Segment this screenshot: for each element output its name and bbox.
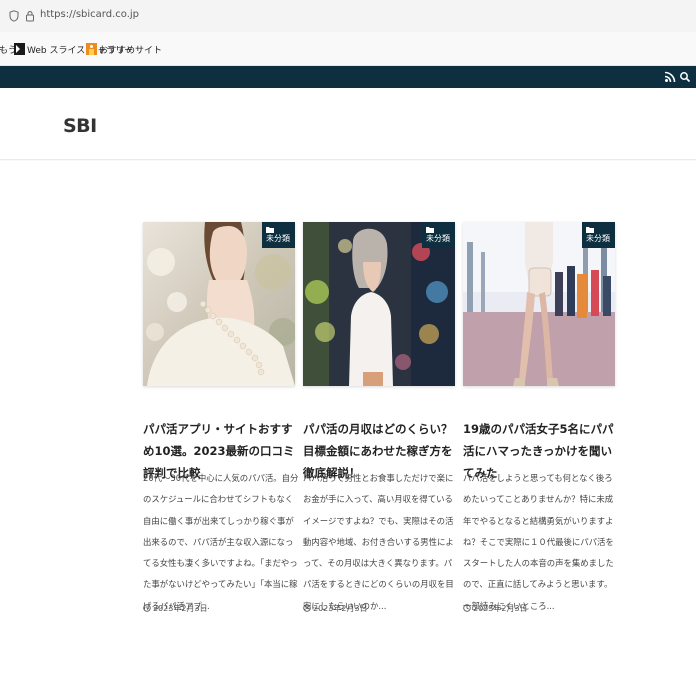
post-date: 2023年2月3日 — [303, 603, 368, 614]
category-label: 未分類 — [426, 234, 450, 243]
bookmark-label: おすすめサイト — [99, 46, 163, 56]
category-badge[interactable]: 未分類 — [262, 222, 295, 248]
lock-icon[interactable] — [25, 10, 35, 22]
post-date-text: 2023年2月3日 — [153, 604, 208, 613]
clock-icon — [143, 604, 151, 612]
site-header: SBI — [0, 88, 696, 160]
post-card[interactable]: 未分類 パパ活の月収はどのくらい？目標金額にあわせた稼ぎ方を徹底解説！ パパ活っ… — [303, 222, 455, 632]
folder-icon — [586, 227, 594, 233]
bookmarks-bar: もう Web スライス ギャラリー おすすめサイト — [0, 32, 696, 66]
post-excerpt: パパ活って男性とお食事しただけで楽にお金が手に入って、高い月収を得ているイメージ… — [303, 473, 454, 611]
post-date-text: 2023年2月3日 — [313, 604, 368, 613]
post-thumbnail[interactable]: 未分類 — [463, 222, 615, 386]
post-excerpt: 20代～30代を中心に人気のパパ活。自分のスケジュールに合わせてシフトもなく自由… — [143, 473, 299, 611]
url-text[interactable]: https://sbicard.co.jp — [40, 9, 139, 20]
post-card[interactable]: 未分類 19歳のパパ活女子5名にパパ活にハマったきっかけを聞いてみた パパ活をし… — [463, 222, 615, 632]
folder-icon — [266, 227, 274, 233]
suggested-sites-icon — [86, 43, 97, 55]
site-top-bar — [0, 66, 696, 88]
clock-icon — [303, 604, 311, 612]
category-label: 未分類 — [266, 234, 290, 243]
post-card[interactable]: 未分類 パパ活アプリ・サイトおすすめ10選。2023最新の口コミ評判で比較 20… — [143, 222, 298, 632]
post-date: 2023年2月3日 — [143, 603, 208, 614]
category-badge[interactable]: 未分類 — [582, 222, 615, 248]
post-date: 2023年2月3日 — [463, 603, 528, 614]
category-label: 未分類 — [586, 234, 610, 243]
web-slice-icon — [14, 43, 25, 55]
post-thumbnail[interactable]: 未分類 — [303, 222, 455, 386]
bookmark-suggested-sites[interactable]: おすすめサイト — [86, 43, 162, 56]
clock-icon — [463, 604, 471, 612]
rss-icon[interactable] — [664, 71, 676, 83]
browser-address-bar[interactable]: https://sbicard.co.jp — [0, 0, 696, 32]
post-date-text: 2023年2月3日 — [473, 604, 528, 613]
folder-icon — [426, 227, 434, 233]
shield-icon[interactable] — [9, 10, 19, 22]
category-badge[interactable]: 未分類 — [422, 222, 455, 248]
site-logo[interactable]: SBI — [63, 115, 97, 137]
post-thumbnail[interactable]: 未分類 — [143, 222, 295, 386]
post-excerpt: パパ活をしようと思っても何となく後ろめたいってことありませんか？特に未成年でやる… — [463, 473, 614, 611]
search-icon[interactable] — [679, 71, 691, 83]
